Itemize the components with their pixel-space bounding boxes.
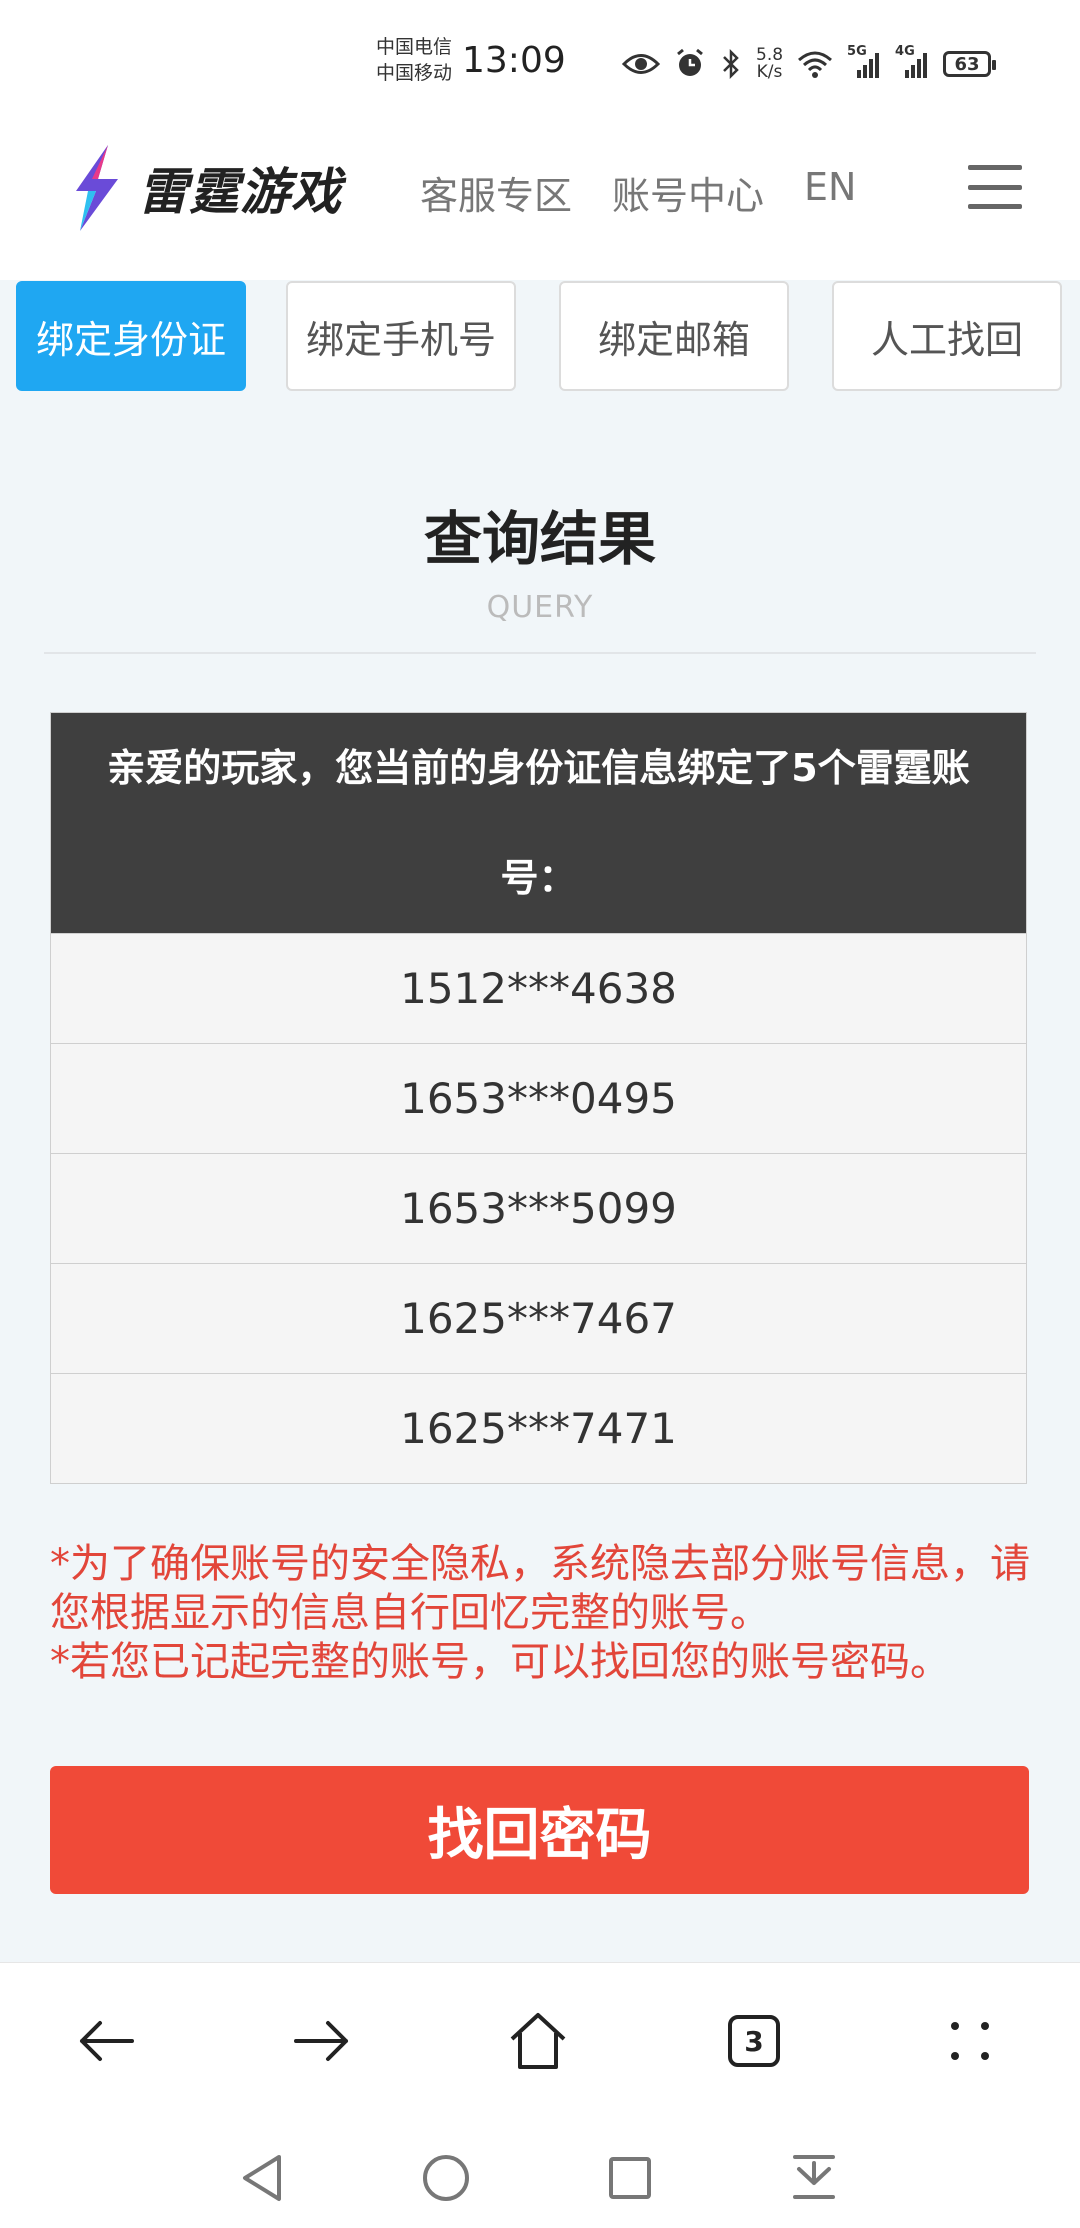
battery-icon: 63 [943, 51, 997, 77]
nav-language-en[interactable]: EN [804, 165, 856, 220]
tab-count: 3 [728, 2015, 780, 2067]
tab-bind-id-card[interactable]: 绑定身份证 [16, 281, 246, 391]
table-row: 1653***5099 [51, 1153, 1026, 1263]
divider [44, 652, 1036, 654]
clock: 13:09 [462, 40, 566, 81]
net-speed-unit: K/s [756, 62, 783, 82]
site-logo[interactable]: 雷霆游戏 [66, 143, 342, 233]
privacy-notes: *为了确保账号的安全隐私，系统隐去部分账号信息，请您根据显示的信息自行回忆完整的… [50, 1540, 1040, 1687]
alarm-icon [674, 48, 706, 80]
nav-recents-icon[interactable] [600, 2148, 660, 2208]
accounts-table: 亲爱的玩家，您当前的身份证信息绑定了5个雷霆账号： 1512***4638 16… [50, 712, 1027, 1484]
top-nav: 客服专区 账号中心 EN [420, 165, 856, 220]
nav-download-icon[interactable] [784, 2148, 844, 2208]
nav-account-center[interactable]: 账号中心 [612, 165, 764, 220]
menu-icon[interactable] [968, 165, 1022, 209]
back-arrow-icon[interactable] [66, 2001, 146, 2081]
page-subtitle: QUERY [486, 590, 594, 625]
system-nav-bar [0, 2118, 1080, 2228]
table-row: 1625***7471 [51, 1373, 1026, 1483]
table-row: 1512***4638 [51, 933, 1026, 1043]
status-icons: 5.8 K/s 5G 4G 63 [622, 44, 997, 84]
tab-manual-recovery[interactable]: 人工找回 [832, 281, 1062, 391]
battery-level: 63 [954, 53, 980, 75]
status-bar: 中国电信 中国移动 13:09 5.8 K/s 5G 4G 63 [0, 0, 1080, 125]
carrier-info: 中国电信 中国移动 [376, 34, 452, 86]
signal-icon-2: 4G [895, 44, 929, 78]
recovery-note: *若您已记起完整的账号，可以找回您的账号密码。 [50, 1639, 950, 1685]
nav-back-icon[interactable] [232, 2148, 292, 2208]
page-title: 查询结果 [423, 505, 656, 573]
nav-home-icon[interactable] [416, 2148, 476, 2208]
tab-bind-phone[interactable]: 绑定手机号 [286, 281, 516, 391]
tabs-icon[interactable]: 3 [714, 2001, 794, 2081]
nav-customer-service[interactable]: 客服专区 [420, 165, 572, 220]
table-row: 1653***0495 [51, 1043, 1026, 1153]
privacy-note: *为了确保账号的安全隐私，系统隐去部分账号信息，请您根据显示的信息自行回忆完整的… [50, 1541, 1030, 1636]
net-4g-label: 4G [895, 44, 915, 59]
eye-icon [622, 51, 660, 77]
logo-text: 雷霆游戏 [138, 163, 342, 221]
forward-arrow-icon[interactable] [282, 2001, 362, 2081]
carrier-2: 中国移动 [376, 62, 453, 84]
carrier-1: 中国电信 [376, 36, 453, 58]
bluetooth-icon [720, 48, 742, 80]
browser-toolbar: 3 [0, 1962, 1080, 2119]
tab-bind-email[interactable]: 绑定邮箱 [559, 281, 789, 391]
site-header: 雷霆游戏 客服专区 账号中心 EN [0, 125, 1080, 280]
home-icon[interactable] [498, 2001, 578, 2081]
net-5g-label: 5G [847, 44, 867, 59]
lightning-logo-icon [76, 145, 118, 231]
signal-icon: 5G [847, 44, 881, 78]
table-row: 1625***7467 [51, 1263, 1026, 1373]
net-speed: 5.8 K/s [756, 47, 783, 81]
more-icon[interactable] [930, 2001, 1010, 2081]
recover-password-button[interactable]: 找回密码 [50, 1766, 1029, 1894]
table-header: 亲爱的玩家，您当前的身份证信息绑定了5个雷霆账号： [51, 713, 1026, 933]
bind-tabs: 绑定身份证 绑定手机号 绑定邮箱 人工找回 [16, 281, 1066, 393]
wifi-icon [797, 50, 833, 78]
